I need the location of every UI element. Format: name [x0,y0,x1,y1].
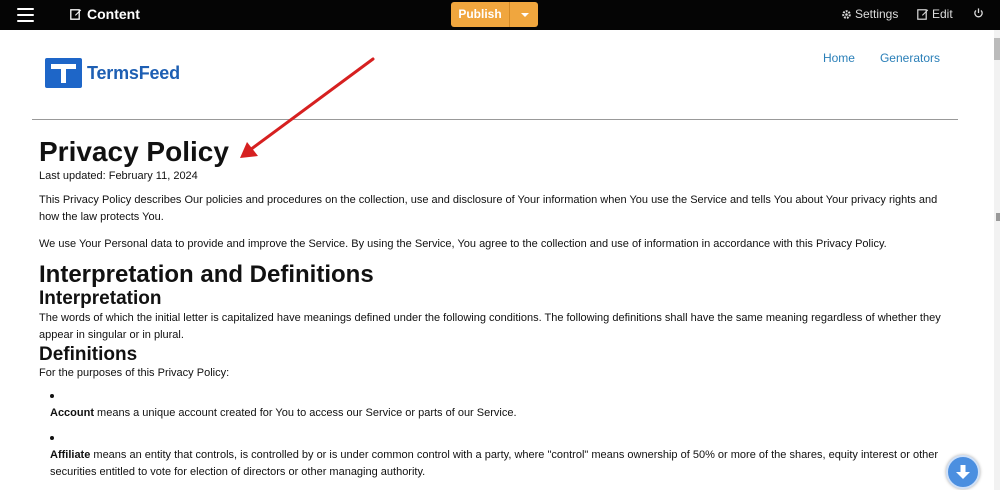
definition-term: Affiliate [50,449,91,461]
last-updated: Last updated: February 11, 2024 [39,170,198,182]
definition-text: means an entity that controls, is contro… [50,449,939,478]
intro-paragraph-1: This Privacy Policy describes Our polici… [39,194,938,223]
publish-group: Publish [451,2,538,27]
content-link[interactable]: Content [70,6,140,22]
publish-button[interactable]: Publish [451,2,509,27]
site-logo[interactable]: TermsFeed [45,58,180,88]
admin-toolbar: Content Publish Settings Edit [0,0,1000,30]
scroll-indicator [996,213,1000,221]
nav-link-generators[interactable]: Generators [880,51,940,65]
section-heading: Interpretation and Definitions [39,261,374,288]
interpretation-text: The words of which the initial letter is… [39,312,941,341]
logo-mark-icon [45,58,82,88]
gear-icon [842,9,851,19]
scrollbar-track[interactable] [994,30,1000,490]
arrow-down-icon [956,465,970,479]
scroll-down-button[interactable] [946,455,980,489]
interpretation-heading: Interpretation [39,288,162,309]
bullet-icon [50,430,949,447]
settings-link[interactable]: Settings [841,7,898,21]
site-nav: Home Generators [823,51,940,65]
scrollbar-thumb[interactable] [994,38,1000,60]
bullet-icon [50,388,949,405]
power-button[interactable] [973,7,984,19]
list-item: Account means a unique account created f… [50,388,949,422]
menu-icon[interactable] [17,8,34,22]
definition-term: Account [50,407,94,419]
edit-icon [917,9,929,20]
header-divider [32,119,958,120]
brand-name: TermsFeed [87,62,180,83]
chevron-down-icon[interactable] [509,2,538,27]
settings-label: Settings [855,7,899,21]
pencil-icon [70,9,82,20]
nav-link-home[interactable]: Home [823,51,855,65]
power-icon [974,8,983,18]
definitions-list: Account means a unique account created f… [39,388,949,481]
page-title: Privacy Policy [39,136,229,167]
policy-content: Privacy Policy Last updated: February 11… [39,136,949,481]
content-label: Content [87,6,140,22]
edit-label: Edit [932,7,953,21]
definition-text: means a unique account created for You t… [94,407,517,419]
list-item: Affiliate means an entity that controls,… [50,430,949,481]
definitions-heading: Definitions [39,344,138,365]
edit-link[interactable]: Edit [917,7,953,21]
definitions-intro: For the purposes of this Privacy Policy: [39,367,230,379]
intro-paragraph-2: We use Your Personal data to provide and… [39,238,887,250]
